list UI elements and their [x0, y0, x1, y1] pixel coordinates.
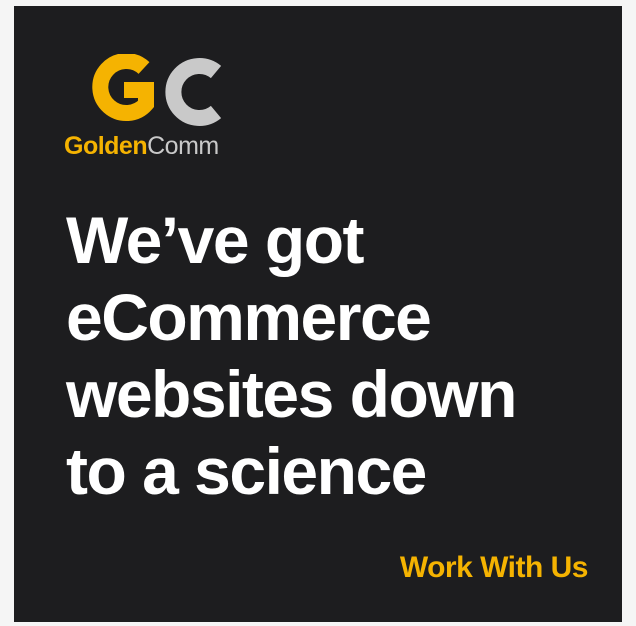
headline-line-3: websites down — [66, 357, 517, 431]
work-with-us-link[interactable]: Work With Us — [400, 551, 589, 585]
logo-g-letter — [92, 54, 154, 121]
logo-word-comm: Comm — [147, 132, 219, 160]
headline-line-4: to a science — [66, 434, 427, 508]
ad-banner[interactable]: GoldenComm We’ve got eCommerce websites … — [14, 6, 622, 622]
goldencomm-logo-icon — [92, 54, 222, 126]
headline-line-2: eCommerce — [66, 280, 432, 354]
logo-word-golden: Golden — [64, 132, 148, 160]
logo-wordmark: GoldenComm — [64, 134, 219, 159]
headline-line-1: We’ve got — [66, 203, 365, 277]
logo-c-letter — [165, 58, 222, 126]
headline: We’ve got eCommerce websites down to a s… — [66, 202, 517, 510]
